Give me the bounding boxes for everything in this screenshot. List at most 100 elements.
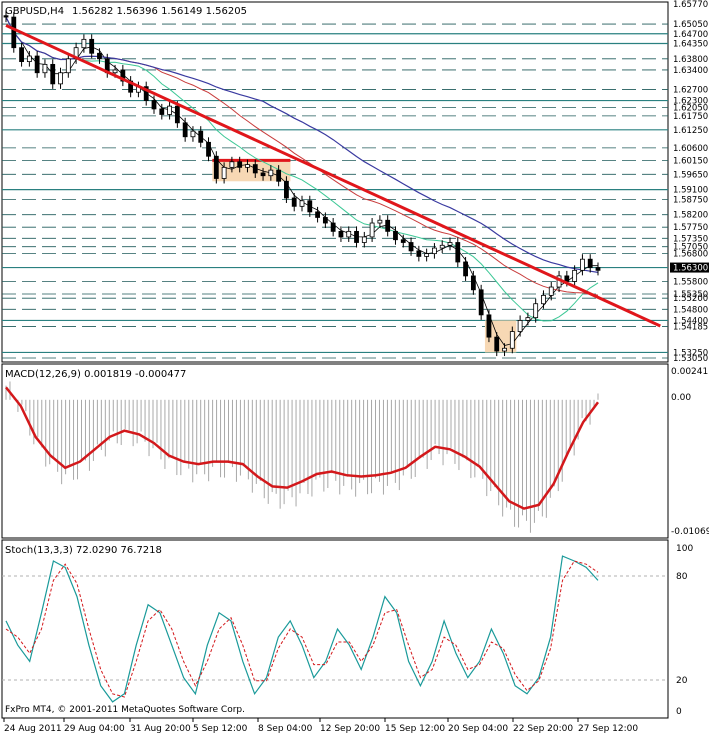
candle-body: [424, 253, 430, 257]
candle-body: [541, 294, 546, 305]
price-tick-label: 1.63400: [673, 66, 708, 76]
candle-body: [26, 55, 32, 63]
macd-tick-zero: 0.00: [671, 393, 691, 403]
time-tick-label: 12 Sep 20:00: [320, 724, 380, 734]
copyright-label: FxPro MT4, © 2001-2011 MetaQuotes Softwa…: [5, 705, 245, 715]
candle-body: [213, 155, 219, 179]
candle-body: [346, 230, 352, 238]
stoch-panel: [1, 539, 669, 719]
candle-body: [97, 52, 102, 60]
price-tick-label: 1.54185: [673, 322, 708, 332]
candle-body: [517, 320, 523, 332]
candle-body: [315, 211, 320, 218]
candle-body: [502, 347, 507, 352]
candle-body: [276, 169, 282, 182]
candle-body: [478, 289, 484, 316]
price-tick-label: 1.62700: [673, 85, 708, 95]
candle-body: [229, 161, 235, 168]
price-tick-label: 1.55800: [673, 277, 708, 287]
candle-body: [587, 258, 593, 268]
price-tick-label: 1.63800: [673, 55, 708, 65]
candle-body: [416, 250, 422, 257]
candle-body: [533, 303, 539, 319]
price-tick-label: 1.54800: [673, 305, 708, 315]
candle-body: [470, 275, 476, 291]
candle-body: [284, 180, 289, 199]
candle-body: [42, 63, 48, 74]
candle-body: [385, 219, 391, 232]
price-tick-label: 1.64700: [673, 30, 708, 40]
candle-body: [174, 105, 180, 124]
price-tick-label: 1.65770: [673, 0, 708, 10]
candle-body: [237, 161, 243, 168]
price-tick-label: 1.59100: [673, 186, 708, 196]
macd-tick-bottom: -0.01069: [671, 527, 709, 537]
candle-body: [580, 258, 585, 271]
candle-body: [65, 58, 71, 74]
time-tick-label: 20 Sep 04:00: [448, 724, 508, 734]
candle-body: [19, 47, 24, 63]
price-tick-label: 1.60600: [673, 144, 708, 154]
candle-body: [330, 222, 336, 232]
price-tick-label: 1.60150: [673, 156, 708, 166]
candle-body: [369, 222, 375, 238]
candle-body: [50, 63, 56, 85]
candle-body: [338, 230, 344, 238]
chart-svg: 1.65770 1.650501.647001.64350 1.638001.634…: [1, 0, 709, 734]
candle-body: [167, 105, 172, 115]
symbol-label: GBPUSD,H4: [5, 6, 64, 17]
candle-body: [268, 169, 274, 177]
candle-body: [494, 336, 500, 352]
price-tick-label: 1.55200: [673, 294, 708, 304]
time-tick-label: 22 Sep 20:00: [513, 724, 573, 734]
candle-body: [307, 200, 313, 213]
macd-label: MACD(12,26,9) 0.001819 -0.000477: [5, 369, 186, 380]
candle-body: [182, 122, 188, 138]
candle-body: [291, 197, 297, 207]
candle-body: [190, 130, 196, 138]
chart-window: 1.65770 1.65050 1.64700 1.64350 1.63800 1.634…: [0, 0, 709, 734]
candle-body: [548, 286, 554, 296]
price-tick-label: 1.59650: [673, 170, 708, 180]
time-tick-label: 5 Sep 12:00: [193, 724, 248, 734]
candle-body: [252, 164, 258, 174]
candle-body: [89, 38, 95, 54]
candle-body: [432, 247, 437, 255]
candle-body: [354, 230, 359, 243]
candle-body: [81, 38, 87, 49]
price-tick-label: 1.58750: [673, 195, 708, 205]
candle-body: [206, 141, 211, 157]
candle-body: [595, 267, 601, 271]
time-tick-label: 24 Aug 2011: [4, 724, 62, 734]
candle-body: [463, 261, 468, 277]
price-axis: 1.65770 1.650501.647001.64350 1.638001.634…: [670, 0, 709, 364]
time-tick-label: 29 Aug 04:00: [64, 724, 125, 734]
candle-body: [322, 217, 328, 224]
candle-body: [377, 219, 383, 224]
main-panel: [1, 1, 669, 363]
price-tick-label: 1.57750: [673, 223, 708, 233]
price-tick-label: 1.61750: [673, 112, 708, 122]
candle-body: [58, 72, 63, 85]
stoch-tick-80: 80: [676, 572, 688, 582]
candle-body: [34, 55, 40, 74]
time-tick-label: 15 Sep 12:00: [385, 724, 445, 734]
candle-body: [221, 166, 227, 179]
candle-body: [564, 275, 570, 282]
candle-body: [439, 244, 445, 249]
price-tick-label: 1.58200: [673, 211, 708, 221]
candle-body: [245, 164, 250, 168]
time-tick-label: 27 Sep 12:00: [578, 724, 638, 734]
candle-body: [525, 317, 531, 321]
stoch-tick-0: 0: [676, 707, 682, 717]
price-tick-label: 1.61250: [673, 126, 708, 136]
candle-body: [509, 331, 515, 349]
candle-body: [400, 239, 406, 243]
candle-body: [260, 172, 266, 177]
price-tick-label: 1.53050: [673, 354, 708, 364]
candle-body: [447, 242, 453, 246]
time-axis: 24 Aug 2011 29 Aug 04:00 31 Aug 20:00 5 Sep…: [3, 718, 638, 734]
price-tick-label: 1.56300: [673, 264, 708, 274]
ohlc-label: 1.56282 1.56396 1.56149 1.56205: [72, 6, 247, 17]
price-tick-label: 1.64350: [673, 40, 708, 50]
